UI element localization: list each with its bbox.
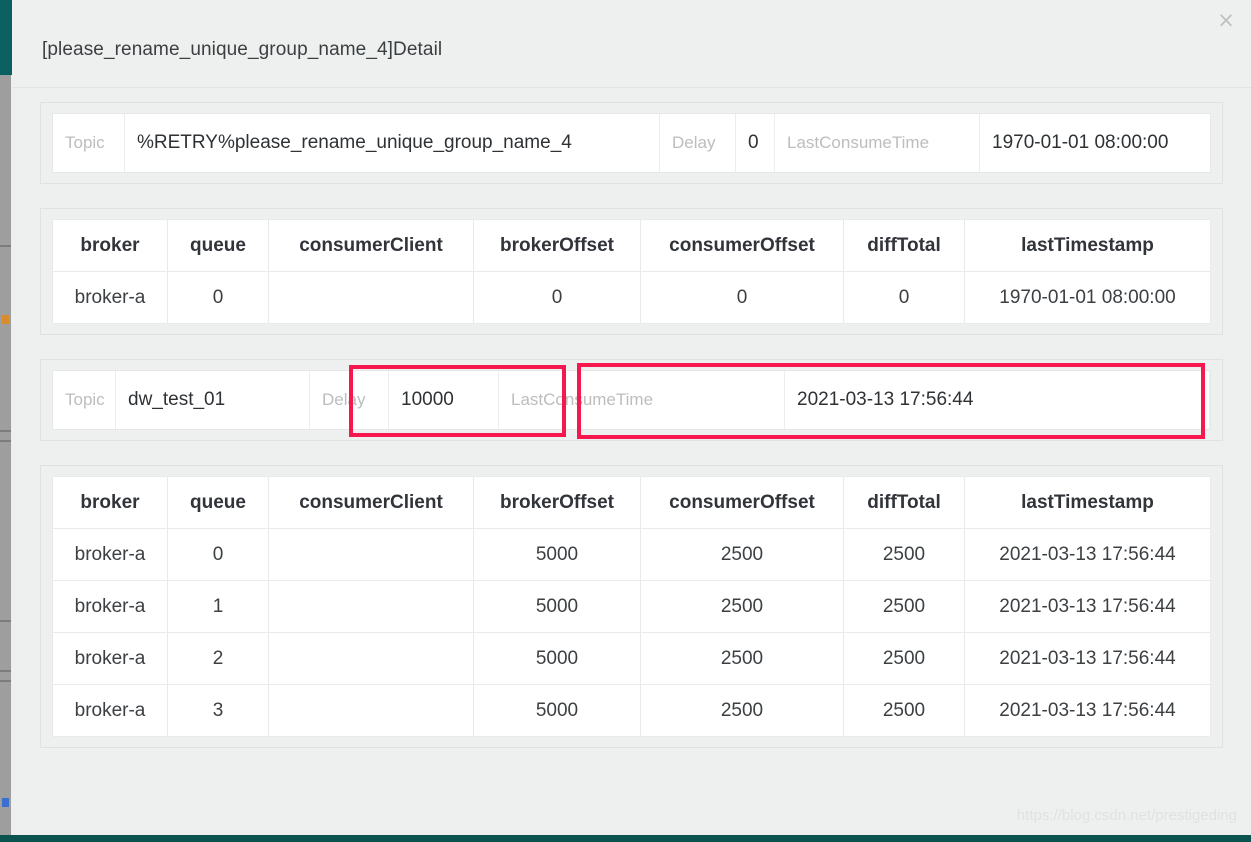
last-consume-time-label: LastConsumeTime <box>499 371 785 429</box>
queue-table-panel: broker queue consumerClient brokerOffset con… <box>40 465 1223 748</box>
column-header-diffTotal: diffTotal <box>843 476 965 529</box>
column-header-broker: broker <box>52 219 168 272</box>
cell-consumerClient <box>268 580 474 633</box>
table-body: broker-a 0 0 0 0 1970-01-01 08:00:00 <box>52 271 1211 324</box>
column-header-consumerClient: consumerClient <box>268 476 474 529</box>
column-header-brokerOffset: brokerOffset <box>473 219 641 272</box>
column-header-lastTimestamp: lastTimestamp <box>964 219 1211 272</box>
topic-value: dw_test_01 <box>116 371 310 429</box>
cell-broker: broker-a <box>52 528 168 581</box>
cell-lastTimestamp: 2021-03-13 17:56:44 <box>964 632 1211 685</box>
topic-panel: Topic dw_test_01 Delay 10000 LastConsume… <box>40 359 1223 441</box>
delay-label: Delay <box>660 114 736 172</box>
sidebar-tick <box>0 430 11 432</box>
cell-consumerOffset: 2500 <box>640 580 844 633</box>
column-header-lastTimestamp: lastTimestamp <box>964 476 1211 529</box>
modal-header: [please_rename_unique_group_name_4]Detai… <box>12 0 1251 88</box>
table-body: broker-a 0 5000 2500 2500 2021-03-13 17:56:44… <box>52 528 1211 737</box>
cell-broker: broker-a <box>52 684 168 737</box>
sidebar-marker <box>2 315 9 324</box>
table-head: broker queue consumerClient brokerOffset con… <box>52 476 1211 529</box>
cell-consumerOffset: 2500 <box>640 528 844 581</box>
cell-lastTimestamp: 1970-01-01 08:00:00 <box>964 271 1211 324</box>
topic-summary-strip: Topic dw_test_01 Delay 10000 LastConsume… <box>52 363 1211 439</box>
column-header-queue: queue <box>167 476 269 529</box>
cell-broker: broker-a <box>52 580 168 633</box>
cell-lastTimestamp: 2021-03-13 17:56:44 <box>964 684 1211 737</box>
column-header-consumerOffset: consumerOffset <box>640 219 844 272</box>
column-header-broker: broker <box>52 476 168 529</box>
cell-lastTimestamp: 2021-03-13 17:56:44 <box>964 580 1211 633</box>
cell-diffTotal: 2500 <box>843 528 965 581</box>
cell-brokerOffset: 5000 <box>473 632 641 685</box>
watermark: https://blog.csdn.net/prestigeding <box>1016 807 1237 824</box>
detail-modal: [please_rename_unique_group_name_4]Detai… <box>12 0 1251 835</box>
topic-label: Topic <box>53 114 125 172</box>
sidebar-tick <box>0 440 11 442</box>
queue-table-panel: broker queue consumerClient brokerOffset con… <box>40 208 1223 335</box>
topic-summary-strip: Topic %RETRY%please_rename_unique_group_… <box>52 113 1211 173</box>
cell-consumerOffset: 0 <box>640 271 844 324</box>
queue-table: broker queue consumerClient brokerOffset con… <box>52 219 1211 324</box>
last-consume-time-value: 1970-01-01 08:00:00 <box>992 132 1169 153</box>
app-bottom-bar <box>0 835 1251 842</box>
delay-value: 0 <box>736 114 775 172</box>
last-consume-time-value: 2021-03-13 17:56:44 <box>785 371 1210 429</box>
sidebar-marker <box>2 798 9 807</box>
cell-broker: broker-a <box>52 271 168 324</box>
cell-queue: 0 <box>167 271 269 324</box>
cell-queue: 1 <box>167 580 269 633</box>
cell-consumerClient <box>268 684 474 737</box>
cell-consumerOffset: 2500 <box>640 632 844 685</box>
app-sidebar[interactable] <box>0 75 11 835</box>
table-row: broker-a 0 5000 2500 2500 2021-03-13 17:56:44 <box>52 528 1211 581</box>
cell-diffTotal: 0 <box>843 271 965 324</box>
delay-value: 10000 <box>389 371 499 429</box>
cell-consumerClient <box>268 632 474 685</box>
cell-broker: broker-a <box>52 632 168 685</box>
sidebar-tick <box>0 620 11 622</box>
queue-table: broker queue consumerClient brokerOffset con… <box>52 476 1211 737</box>
cell-queue: 2 <box>167 632 269 685</box>
column-header-diffTotal: diffTotal <box>843 219 965 272</box>
table-row: broker-a 1 5000 2500 2500 2021-03-13 17:56:44 <box>52 580 1211 633</box>
cell-brokerOffset: 5000 <box>473 528 641 581</box>
cell-queue: 0 <box>167 528 269 581</box>
sidebar-tick <box>0 680 11 682</box>
topic-value: %RETRY%please_rename_unique_group_name_4 <box>125 114 660 172</box>
table-head: broker queue consumerClient brokerOffset con… <box>52 219 1211 272</box>
cell-brokerOffset: 5000 <box>473 580 641 633</box>
table-header-row: broker queue consumerClient brokerOffset con… <box>52 476 1211 529</box>
table-row: broker-a 3 5000 2500 2500 2021-03-13 17:56:44 <box>52 684 1211 737</box>
topic-label: Topic <box>53 371 116 429</box>
cell-lastTimestamp: 2021-03-13 17:56:44 <box>964 528 1211 581</box>
sidebar-tick <box>0 245 11 247</box>
last-consume-time-label: LastConsumeTime <box>775 114 980 172</box>
cell-queue: 3 <box>167 684 269 737</box>
cell-brokerOffset: 5000 <box>473 684 641 737</box>
app-top-bar <box>0 0 12 75</box>
topic-panel: Topic %RETRY%please_rename_unique_group_… <box>40 102 1223 184</box>
delay-label: Delay <box>310 371 389 429</box>
cell-diffTotal: 2500 <box>843 632 965 685</box>
cell-diffTotal: 2500 <box>843 580 965 633</box>
table-row: broker-a 0 0 0 0 1970-01-01 08:00:00 <box>52 271 1211 324</box>
table-header-row: broker queue consumerClient brokerOffset con… <box>52 219 1211 272</box>
cell-consumerClient <box>268 528 474 581</box>
column-header-queue: queue <box>167 219 269 272</box>
column-header-brokerOffset: brokerOffset <box>473 476 641 529</box>
table-row: broker-a 2 5000 2500 2500 2021-03-13 17:56:44 <box>52 632 1211 685</box>
column-header-consumerClient: consumerClient <box>268 219 474 272</box>
sidebar-tick <box>0 670 11 672</box>
cell-consumerClient <box>268 271 474 324</box>
cell-consumerOffset: 2500 <box>640 684 844 737</box>
cell-diffTotal: 2500 <box>843 684 965 737</box>
close-icon[interactable]: × <box>1212 6 1240 34</box>
page-title: [please_rename_unique_group_name_4]Detai… <box>42 39 443 60</box>
cell-brokerOffset: 0 <box>473 271 641 324</box>
modal-body: Topic %RETRY%please_rename_unique_group_… <box>12 88 1251 835</box>
column-header-consumerOffset: consumerOffset <box>640 476 844 529</box>
